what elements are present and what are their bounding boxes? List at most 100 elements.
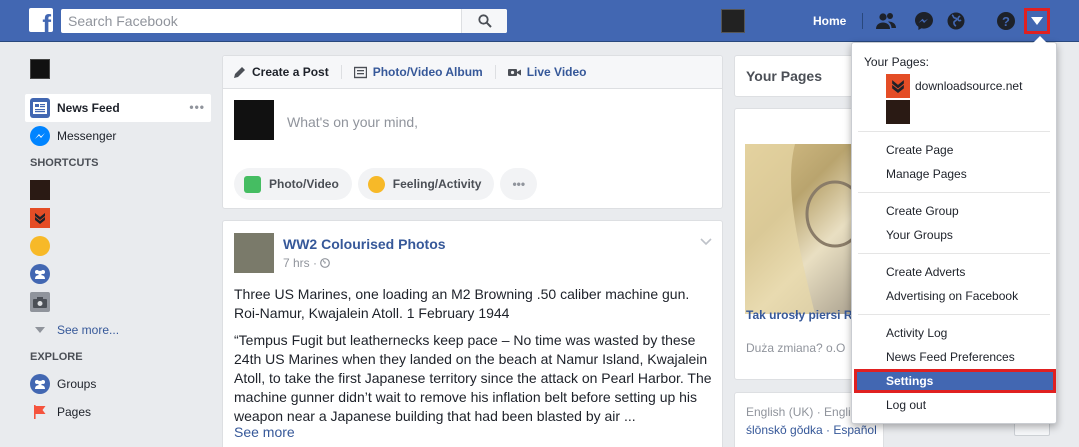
pages-flag-icon — [30, 402, 50, 422]
shortcut-item[interactable] — [25, 260, 211, 288]
see-more-link[interactable]: See more... — [25, 316, 211, 344]
menu-item-news-feed-preferences[interactable]: News Feed Preferences — [886, 350, 1015, 364]
post-composer: Create a Post Photo/Video Album Live Vid… — [222, 55, 723, 209]
menu-item-advertising[interactable]: Advertising on Facebook — [886, 289, 1018, 303]
sidebar-item-messenger[interactable]: Messenger — [25, 122, 211, 150]
tab-divider — [494, 65, 496, 79]
menu-item-create-group[interactable]: Create Group — [886, 204, 959, 218]
svg-text:?: ? — [1002, 14, 1010, 29]
composer-tabs: Create a Post Photo/Video Album Live Vid… — [223, 56, 722, 89]
composer-avatar — [234, 100, 274, 140]
messenger-icon[interactable] — [913, 10, 935, 32]
feed-post: WW2 Colourised Photos 7 hrs · Three US M… — [222, 220, 723, 447]
post-time-text: 7 hrs · — [283, 256, 321, 270]
see-more-label: See more... — [57, 323, 120, 337]
shortcut-item[interactable] — [25, 232, 211, 260]
home-link[interactable]: Home — [805, 0, 854, 42]
post-paragraph: Three US Marines, one loading an M2 Brow… — [234, 286, 690, 321]
shortcuts-header: SHORTCUTS — [30, 157, 99, 169]
album-icon — [353, 66, 367, 78]
news-feed-icon — [30, 98, 50, 118]
caret-down-icon — [30, 320, 50, 340]
sidebar-item-label: Messenger — [57, 129, 117, 143]
menu-item-settings[interactable]: Settings — [854, 369, 1056, 393]
tab-live-video[interactable]: Live Video — [507, 65, 587, 79]
post-author-name[interactable]: WW2 Colourised Photos — [283, 236, 446, 252]
composer-actions: Photo/Video Feeling/Activity ••• — [234, 168, 543, 200]
right-gutter — [1057, 42, 1079, 447]
menu-item-your-groups[interactable]: Your Groups — [886, 228, 953, 242]
messenger-icon — [30, 126, 50, 146]
left-sidebar: News Feed ••• Messenger SHORTCUTS See mo… — [25, 56, 211, 426]
notifications-globe-icon[interactable] — [945, 10, 967, 32]
shortcut-item[interactable] — [25, 288, 211, 316]
downloadsource-icon — [886, 74, 910, 98]
post-timestamp[interactable]: 7 hrs · — [283, 256, 331, 270]
tab-label: Photo/Video Album — [372, 65, 483, 79]
sidebar-profile[interactable] — [25, 56, 211, 82]
menu-item-create-adverts[interactable]: Create Adverts — [886, 265, 965, 279]
account-menu-button[interactable] — [1024, 8, 1050, 34]
caret-down-icon — [1031, 17, 1043, 25]
downloadsource-icon — [30, 208, 50, 228]
language-list[interactable]: ślōnskŏ gŏdka · Español — [746, 423, 877, 437]
menu-divider — [858, 314, 1050, 315]
photo-icon — [244, 175, 261, 193]
facebook-logo-icon[interactable]: f — [29, 8, 53, 32]
feeling-activity-button[interactable]: Feeling/Activity — [357, 168, 495, 200]
sidebar-item-label: Pages — [57, 405, 92, 419]
shortcut-page-icon — [30, 180, 50, 200]
search-input[interactable] — [61, 9, 461, 33]
profile-avatar — [30, 59, 50, 79]
button-label: Photo/Video — [269, 177, 339, 191]
language-list[interactable]: English (UK) · Engli — [746, 405, 851, 419]
your-pages-title: Your Pages — [746, 68, 822, 84]
more-options-icon[interactable]: ••• — [189, 100, 205, 114]
search-icon — [477, 14, 492, 28]
post-author-avatar[interactable] — [234, 233, 274, 273]
menu-page-item[interactable]: downloadsource.net — [886, 74, 1022, 98]
help-icon[interactable]: ? — [995, 10, 1017, 32]
shortcut-item[interactable] — [25, 176, 211, 204]
shortcut-item[interactable] — [25, 204, 211, 232]
your-pages-heading: Your Pages: — [864, 55, 929, 69]
tab-photo-video-album[interactable]: Photo/Video Album — [353, 65, 483, 79]
friend-requests-icon[interactable] — [875, 10, 897, 32]
smiley-icon — [367, 175, 385, 193]
menu-item-activity-log[interactable]: Activity Log — [886, 326, 947, 340]
group-icon — [30, 264, 50, 284]
sidebar-item-label: Groups — [57, 377, 97, 391]
sidebar-item-pages[interactable]: Pages — [25, 398, 211, 426]
search-button[interactable] — [461, 9, 507, 33]
menu-page-item[interactable] — [886, 100, 915, 124]
ad-subtitle: Duża zmiana? o.O — [746, 341, 846, 355]
sidebar-item-groups[interactable]: Groups — [25, 370, 211, 398]
menu-item-log-out[interactable]: Log out — [886, 398, 926, 412]
game-icon — [30, 236, 50, 256]
public-globe-icon — [320, 258, 331, 268]
more-options-icon: ••• — [512, 177, 526, 191]
ad-title[interactable]: Tak urosły piersi R — [746, 308, 852, 322]
photo-video-button[interactable]: Photo/Video — [234, 168, 352, 200]
tab-label: Live Video — [526, 65, 587, 79]
post-paragraph: “Tempus Fugit but leathernecks keep pace… — [234, 332, 712, 424]
search-bar — [61, 9, 507, 33]
profile-avatar[interactable] — [721, 9, 745, 33]
post-options-chevron-icon[interactable] — [700, 233, 712, 249]
tab-create-post[interactable]: Create a Post — [233, 65, 329, 79]
menu-item-manage-pages[interactable]: Manage Pages — [886, 167, 967, 181]
menu-divider — [858, 253, 1050, 254]
sidebar-item-label: News Feed — [57, 101, 120, 115]
menu-item-create-page[interactable]: Create Page — [886, 143, 953, 157]
more-actions-button[interactable]: ••• — [500, 168, 538, 200]
groups-icon — [30, 374, 50, 394]
sidebar-item-news-feed[interactable]: News Feed ••• — [25, 94, 211, 122]
page-name: downloadsource.net — [915, 79, 1023, 93]
post-body: Three US Marines, one loading an M2 Brow… — [234, 285, 714, 434]
composer-input[interactable]: What's on your mind, — [287, 114, 418, 130]
see-more-link[interactable]: See more — [234, 424, 295, 440]
pencil-icon — [234, 66, 245, 78]
explore-header: EXPLORE — [30, 351, 83, 363]
camera-icon — [30, 292, 50, 312]
tab-label: Create a Post — [252, 65, 329, 79]
